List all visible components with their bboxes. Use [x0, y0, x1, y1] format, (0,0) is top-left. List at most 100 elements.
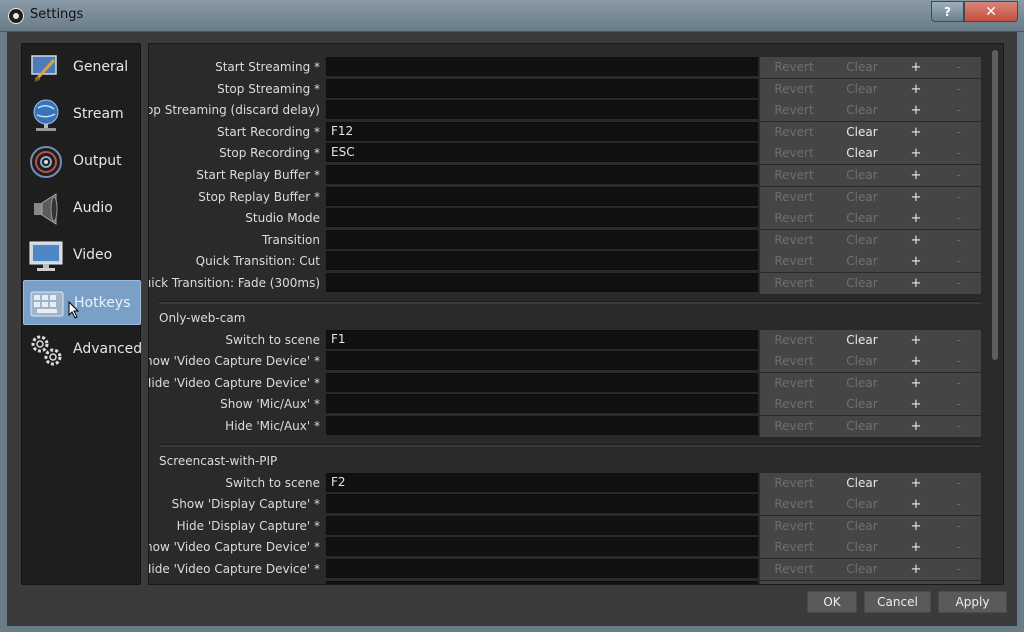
remove-binding-button[interactable]: -: [936, 165, 981, 186]
hotkey-input[interactable]: [326, 351, 758, 370]
remove-binding-button[interactable]: -: [936, 351, 981, 372]
clear-button[interactable]: Clear: [828, 516, 896, 537]
revert-button[interactable]: Revert: [760, 516, 828, 537]
remove-binding-button[interactable]: -: [936, 273, 981, 294]
revert-button[interactable]: Revert: [760, 100, 828, 121]
revert-button[interactable]: Revert: [760, 494, 828, 515]
revert-button[interactable]: Revert: [760, 473, 828, 494]
revert-button[interactable]: Revert: [760, 330, 828, 351]
add-binding-button[interactable]: +: [896, 394, 936, 415]
sidebar-item-hotkeys[interactable]: Hotkeys: [23, 280, 141, 325]
hotkey-input[interactable]: [326, 208, 758, 227]
hotkey-input[interactable]: [326, 273, 758, 292]
clear-button[interactable]: Clear: [828, 581, 896, 584]
clear-button[interactable]: Clear: [828, 494, 896, 515]
revert-button[interactable]: Revert: [760, 273, 828, 294]
remove-binding-button[interactable]: -: [936, 57, 981, 78]
remove-binding-button[interactable]: -: [936, 330, 981, 351]
ok-button[interactable]: OK: [807, 591, 857, 613]
revert-button[interactable]: Revert: [760, 373, 828, 394]
add-binding-button[interactable]: +: [896, 208, 936, 229]
remove-binding-button[interactable]: -: [936, 473, 981, 494]
clear-button[interactable]: Clear: [828, 251, 896, 272]
revert-button[interactable]: Revert: [760, 143, 828, 164]
revert-button[interactable]: Revert: [760, 187, 828, 208]
add-binding-button[interactable]: +: [896, 516, 936, 537]
clear-button[interactable]: Clear: [828, 373, 896, 394]
sidebar-item-stream[interactable]: Stream: [23, 92, 141, 137]
revert-button[interactable]: Revert: [760, 581, 828, 584]
add-binding-button[interactable]: +: [896, 273, 936, 294]
hotkey-input[interactable]: ESC: [326, 143, 758, 162]
remove-binding-button[interactable]: -: [936, 79, 981, 100]
sidebar-item-audio[interactable]: Audio: [23, 186, 141, 231]
hotkey-input[interactable]: [326, 494, 758, 513]
add-binding-button[interactable]: +: [896, 251, 936, 272]
clear-button[interactable]: Clear: [828, 473, 896, 494]
sidebar-item-output[interactable]: Output: [23, 139, 141, 184]
revert-button[interactable]: Revert: [760, 394, 828, 415]
clear-button[interactable]: Clear: [828, 330, 896, 351]
hotkey-input[interactable]: [326, 537, 758, 556]
clear-button[interactable]: Clear: [828, 230, 896, 251]
vertical-scrollbar[interactable]: [990, 48, 1000, 582]
add-binding-button[interactable]: +: [896, 537, 936, 558]
sidebar-item-advanced[interactable]: Advanced: [23, 327, 142, 372]
cancel-button[interactable]: Cancel: [864, 591, 931, 613]
revert-button[interactable]: Revert: [760, 208, 828, 229]
remove-binding-button[interactable]: -: [936, 559, 981, 580]
help-button[interactable]: ?: [931, 1, 964, 22]
remove-binding-button[interactable]: -: [936, 187, 981, 208]
remove-binding-button[interactable]: -: [936, 143, 981, 164]
revert-button[interactable]: Revert: [760, 57, 828, 78]
revert-button[interactable]: Revert: [760, 230, 828, 251]
add-binding-button[interactable]: +: [896, 330, 936, 351]
revert-button[interactable]: Revert: [760, 79, 828, 100]
clear-button[interactable]: Clear: [828, 273, 896, 294]
remove-binding-button[interactable]: -: [936, 537, 981, 558]
revert-button[interactable]: Revert: [760, 416, 828, 437]
clear-button[interactable]: Clear: [828, 187, 896, 208]
clear-button[interactable]: Clear: [828, 537, 896, 558]
remove-binding-button[interactable]: -: [936, 230, 981, 251]
remove-binding-button[interactable]: -: [936, 494, 981, 515]
hotkey-input[interactable]: F12: [326, 122, 758, 141]
remove-binding-button[interactable]: -: [936, 122, 981, 143]
add-binding-button[interactable]: +: [896, 143, 936, 164]
hotkey-input[interactable]: F1: [326, 330, 758, 349]
revert-button[interactable]: Revert: [760, 251, 828, 272]
remove-binding-button[interactable]: -: [936, 516, 981, 537]
hotkey-input[interactable]: [326, 516, 758, 535]
sidebar-item-general[interactable]: General: [23, 45, 141, 90]
add-binding-button[interactable]: +: [896, 494, 936, 515]
hotkey-input[interactable]: [326, 100, 758, 119]
close-button[interactable]: ✕: [964, 1, 1018, 22]
add-binding-button[interactable]: +: [896, 165, 936, 186]
hotkey-input[interactable]: [326, 165, 758, 184]
remove-binding-button[interactable]: -: [936, 581, 981, 584]
sidebar-item-video[interactable]: Video: [23, 233, 141, 278]
add-binding-button[interactable]: +: [896, 187, 936, 208]
revert-button[interactable]: Revert: [760, 351, 828, 372]
add-binding-button[interactable]: +: [896, 122, 936, 143]
clear-button[interactable]: Clear: [828, 79, 896, 100]
hotkey-input[interactable]: [326, 251, 758, 270]
clear-button[interactable]: Clear: [828, 143, 896, 164]
clear-button[interactable]: Clear: [828, 351, 896, 372]
add-binding-button[interactable]: +: [896, 79, 936, 100]
clear-button[interactable]: Clear: [828, 394, 896, 415]
add-binding-button[interactable]: +: [896, 581, 936, 584]
add-binding-button[interactable]: +: [896, 373, 936, 394]
hotkey-input[interactable]: [326, 394, 758, 413]
hotkey-input[interactable]: [326, 187, 758, 206]
revert-button[interactable]: Revert: [760, 537, 828, 558]
add-binding-button[interactable]: +: [896, 559, 936, 580]
revert-button[interactable]: Revert: [760, 165, 828, 186]
add-binding-button[interactable]: +: [896, 416, 936, 437]
clear-button[interactable]: Clear: [828, 100, 896, 121]
revert-button[interactable]: Revert: [760, 122, 828, 143]
clear-button[interactable]: Clear: [828, 122, 896, 143]
apply-button[interactable]: Apply: [938, 591, 1007, 613]
clear-button[interactable]: Clear: [828, 559, 896, 580]
hotkey-input[interactable]: [326, 230, 758, 249]
